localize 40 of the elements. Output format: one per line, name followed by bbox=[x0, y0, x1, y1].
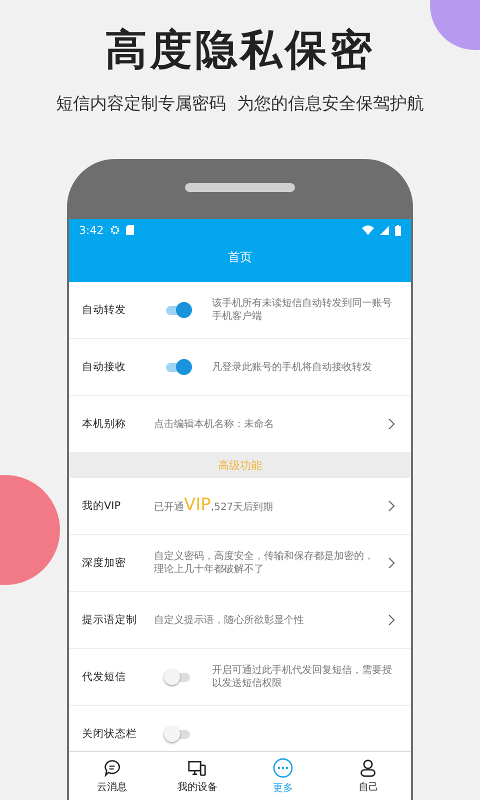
chevron-right-icon[interactable] bbox=[388, 500, 395, 512]
nav-tab[interactable]: 我的设备 bbox=[154, 752, 240, 800]
more-icon bbox=[272, 758, 293, 778]
chevron-right-icon[interactable] bbox=[388, 557, 395, 569]
setting-description: 已开通VIP,527天后到期 bbox=[154, 498, 274, 514]
headline: 高度隐私保密 bbox=[105, 24, 375, 76]
toggle-switch[interactable] bbox=[164, 725, 192, 743]
chat-bubble-icon bbox=[102, 758, 121, 776]
nav-tab[interactable]: 云消息 bbox=[69, 752, 154, 800]
chevron-right-icon[interactable] bbox=[388, 418, 395, 430]
sd-card-icon bbox=[126, 225, 134, 235]
toggle-switch[interactable] bbox=[164, 358, 192, 376]
subheadline: 短信内容定制专属密码 为您的信息安全保驾护航 bbox=[56, 93, 424, 115]
wifi-signal-icon bbox=[362, 225, 374, 235]
gear-icon bbox=[110, 225, 120, 235]
toggle-switch[interactable] bbox=[164, 668, 192, 686]
person-icon bbox=[359, 758, 378, 776]
setting-label: 自动转发 bbox=[82, 303, 127, 317]
nav-tab[interactable]: 自己 bbox=[326, 752, 411, 800]
app-bar-title: 首页 bbox=[227, 249, 253, 266]
setting-label: 我的VIP bbox=[82, 499, 122, 513]
cell-signal-icon bbox=[380, 226, 389, 234]
status-time: 3:42 bbox=[79, 224, 104, 236]
setting-label: 深度加密 bbox=[82, 556, 127, 570]
battery-icon bbox=[395, 224, 401, 236]
setting-label: 本机别称 bbox=[82, 417, 127, 431]
setting-description: 凡登录此账号的手机将自动接收转发 bbox=[212, 360, 373, 374]
chevron-right-icon[interactable] bbox=[388, 614, 395, 626]
setting-description: 自定义提示语，随心所欲彰显个性 bbox=[154, 614, 305, 626]
setting-label: 自动接收 bbox=[82, 360, 127, 374]
setting-label: 提示语定制 bbox=[82, 613, 138, 627]
section-header: 高级功能 bbox=[69, 453, 411, 478]
devices-icon bbox=[188, 758, 206, 776]
setting-description: 该手机所有未读短信自动转发到同一账号手机客户端 bbox=[212, 297, 393, 323]
setting-label: 关闭状态栏 bbox=[82, 727, 138, 741]
setting-description: 点击编辑本机名称：未命名 bbox=[154, 418, 275, 430]
toggle-switch[interactable] bbox=[164, 301, 192, 319]
setting-description: 开启可通过此手机代发回复短信，需要授以发送短信权限 bbox=[212, 664, 393, 690]
setting-description: 自定义密码，高度安全，传输和保存都是加密的，理论上几十年都破解不了 bbox=[154, 550, 375, 576]
setting-label: 代发短信 bbox=[82, 670, 127, 684]
